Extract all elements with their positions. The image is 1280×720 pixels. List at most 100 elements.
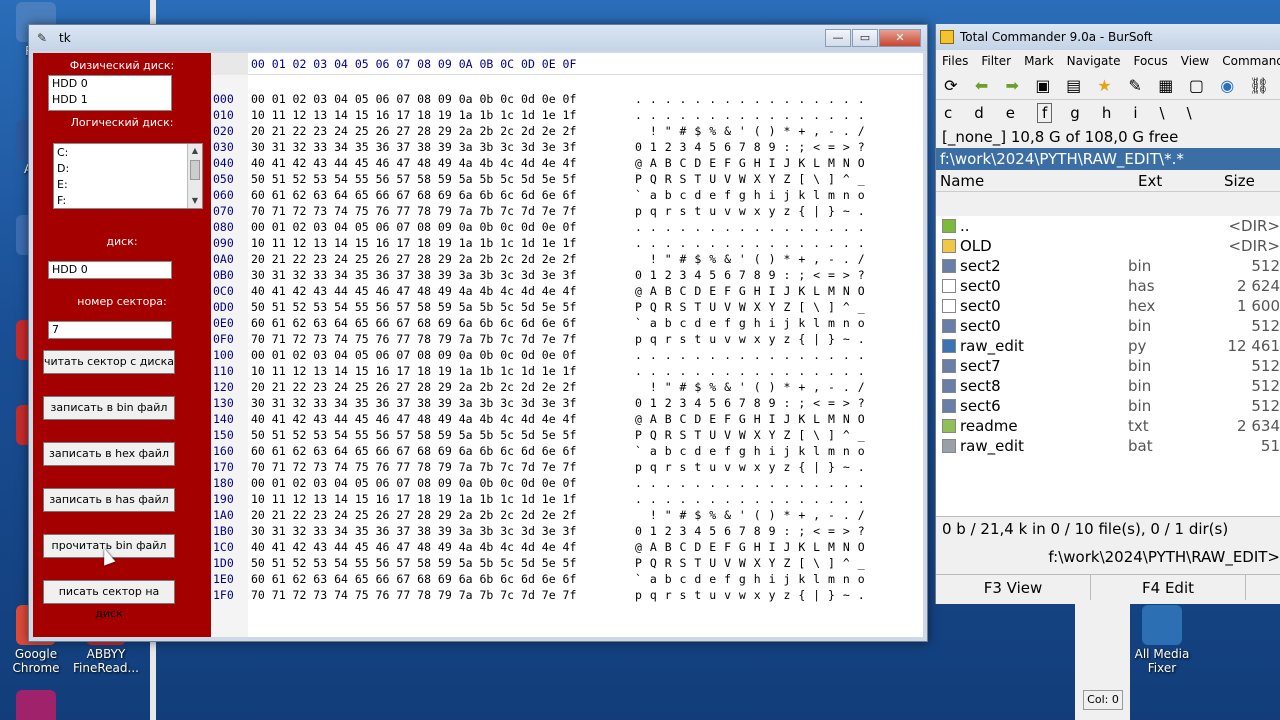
drive-button[interactable]: \ [1187,104,1192,122]
physical-disk-item[interactable]: HDD 0 [52,76,171,92]
menu-item[interactable]: Navigate [1067,54,1121,68]
hex-row[interactable]: 060 60 61 62 63 64 65 66 67 68 69 6a 6b 6… [211,187,891,203]
hex-row[interactable]: 110 10 11 12 13 14 15 16 17 18 19 1a 1b 1… [211,363,891,379]
hex-row[interactable]: 0D0 50 51 52 53 54 55 56 57 58 59 5a 5b 5… [211,299,891,315]
hex-row[interactable]: 0C0 40 41 42 43 44 45 46 47 48 49 4a 4b 4… [211,283,891,299]
hex-row[interactable]: 160 60 61 62 63 64 65 66 67 68 69 6a 6b 6… [211,443,891,459]
logical-disk-item[interactable]: E: [57,177,202,193]
disk-field[interactable]: HDD 0 [48,261,172,279]
hex-row[interactable]: 1C0 40 41 42 43 44 45 46 47 48 49 4a 4b 4… [211,539,891,555]
logical-disk-listbox[interactable]: C: D: E: F: ▲ ▼ [53,143,203,209]
physical-disk-item[interactable]: HDD 1 [52,92,171,108]
back-arrow-icon[interactable]: ⬅ [973,76,991,95]
write-hex-button[interactable]: записать в hex файл [43,442,175,466]
hex-row[interactable]: 020 20 21 22 23 24 25 26 27 28 29 2a 2b 2… [211,123,891,139]
file-row[interactable]: .. <DIR> [936,216,1280,236]
drive-button[interactable]: d [974,104,984,122]
read-sector-button[interactable]: читать сектор с диска [43,350,175,374]
hex-row[interactable]: 070 70 71 72 73 74 75 76 77 78 79 7a 7b 7… [211,203,891,219]
hex-row[interactable]: 0F0 70 71 72 73 74 75 76 77 78 79 7a 7b 7… [211,331,891,347]
link-icon[interactable]: ⛓ [1249,76,1269,95]
minimize-button[interactable]: — [825,29,851,47]
hex-row[interactable]: 120 20 21 22 23 24 25 26 27 28 29 2a 2b 2… [211,379,891,395]
physical-disk-listbox[interactable]: HDD 0 HDD 1 [48,75,172,111]
hex-row[interactable]: 130 30 31 32 33 34 35 36 37 38 39 3a 3b 3… [211,395,891,411]
edit-pen-icon[interactable]: ✎ [1126,76,1144,95]
menu-item[interactable]: Commands [1222,54,1280,68]
hex-row[interactable]: 030 30 31 32 33 34 35 36 37 38 39 3a 3b 3… [211,139,891,155]
col-name[interactable]: Name [936,170,1138,191]
drive-button[interactable]: e [1006,104,1015,122]
file-row[interactable]: sect2 bin 512 [936,256,1280,276]
hex-row[interactable]: 100 00 01 02 03 04 05 06 07 08 09 0a 0b 0… [211,347,891,363]
current-path[interactable]: f:\work\2024\PYTH\RAW_EDIT\*.* [936,148,1280,170]
hex-row[interactable]: 000 00 01 02 03 04 05 06 07 08 09 0a 0b 0… [211,91,891,107]
hex-view[interactable]: 00 01 02 03 04 05 06 07 08 09 0A 0B 0C 0… [211,53,923,637]
menu-item[interactable]: Files [942,54,968,68]
tc-titlebar[interactable]: Total Commander 9.0a - BurSoft [936,24,1280,50]
sector-number-input[interactable]: 7 [48,321,172,339]
hex-row[interactable]: 1B0 30 31 32 33 34 35 36 37 38 39 3a 3b 3… [211,523,891,539]
drive-button[interactable]: h [1102,104,1112,122]
command-line-path[interactable]: f:\work\2024\PYTH\RAW_EDIT> [936,544,1280,570]
hex-row[interactable]: 1A0 20 21 22 23 24 25 26 27 28 29 2a 2b 2… [211,507,891,523]
file-row[interactable]: sect8 bin 512 [936,376,1280,396]
write-sector-button[interactable]: писать сектор на диск [43,580,175,620]
write-bin-button[interactable]: записать в bin файл [43,396,175,420]
f3-view-button[interactable]: F3 View [936,575,1091,600]
hex-row[interactable]: 180 00 01 02 03 04 05 06 07 08 09 0a 0b 0… [211,475,891,491]
drive-button[interactable]: c [944,104,952,122]
unpack-icon[interactable]: ▤ [1065,76,1083,95]
hex-row[interactable]: 1F0 70 71 72 73 74 75 76 77 78 79 7a 7b 7… [211,587,891,603]
file-row[interactable]: sect0 has 2 624 [936,276,1280,296]
desktop-icon[interactable]: FS [0,690,72,720]
f4-edit-button[interactable]: F4 Edit [1091,575,1246,600]
listbox-scrollbar[interactable]: ▲ ▼ [187,144,202,208]
file-row[interactable]: sect7 bin 512 [936,356,1280,376]
pack-icon[interactable]: ▣ [1034,76,1052,95]
scroll-up-icon[interactable]: ▲ [188,144,202,158]
forward-arrow-icon[interactable]: ➡ [1003,76,1021,95]
menu-item[interactable]: Focus [1133,54,1167,68]
hex-row[interactable]: 140 40 41 42 43 44 45 46 47 48 49 4a 4b 4… [211,411,891,427]
drive-button[interactable]: f [1037,103,1053,123]
hex-row[interactable]: 050 50 51 52 53 54 55 56 57 58 59 5a 5b 5… [211,171,891,187]
logical-disk-item[interactable]: D: [57,161,202,177]
file-row[interactable]: OLD <DIR> [936,236,1280,256]
scroll-thumb[interactable] [190,160,200,180]
desktop-icon[interactable]: All Media Fixer [1126,605,1198,675]
hex-row[interactable]: 1D0 50 51 52 53 54 55 56 57 58 59 5a 5b 5… [211,555,891,571]
col-ext[interactable]: Ext [1138,170,1224,191]
menu-item[interactable]: Mark [1024,54,1054,68]
logical-disk-item[interactable]: F: [57,193,202,209]
scroll-down-icon[interactable]: ▼ [188,194,202,208]
file-row[interactable]: readme txt 2 634 [936,416,1280,436]
file-row[interactable]: raw_edit py 12 461 [936,336,1280,356]
hex-row[interactable]: 150 50 51 52 53 54 55 56 57 58 59 5a 5b 5… [211,427,891,443]
chart-icon[interactable]: ▦ [1157,76,1175,95]
file-row[interactable]: sect0 hex 1 600 [936,296,1280,316]
col-size[interactable]: Size [1224,170,1255,191]
refresh-icon[interactable]: ⟳ [942,76,960,95]
file-row[interactable]: raw_edit bat 51 [936,436,1280,456]
hex-row[interactable]: 080 00 01 02 03 04 05 06 07 08 09 0a 0b 0… [211,219,891,235]
menu-item[interactable]: Filter [981,54,1011,68]
drive-button[interactable]: \ [1160,104,1165,122]
drive-button[interactable]: i [1133,104,1137,122]
hex-row[interactable]: 1E0 60 61 62 63 64 65 66 67 68 69 6a 6b 6… [211,571,891,587]
hex-row[interactable]: 190 10 11 12 13 14 15 16 17 18 19 1a 1b 1… [211,491,891,507]
tk-titlebar[interactable]: ✎ tk — ▭ ✕ [29,25,927,51]
drive-button[interactable]: g [1070,104,1080,122]
file-row[interactable]: sect0 bin 512 [936,316,1280,336]
hex-row[interactable]: 170 70 71 72 73 74 75 76 77 78 79 7a 7b 7… [211,459,891,475]
close-button[interactable]: ✕ [879,29,921,47]
hex-row[interactable]: 0A0 20 21 22 23 24 25 26 27 28 29 2a 2b 2… [211,251,891,267]
hex-row[interactable]: 090 10 11 12 13 14 15 16 17 18 19 1a 1b 1… [211,235,891,251]
hex-row[interactable]: 0E0 60 61 62 63 64 65 66 67 68 69 6a 6b 6… [211,315,891,331]
menu-item[interactable]: View [1181,54,1209,68]
favorites-star-icon[interactable]: ★ [1096,76,1114,95]
write-has-button[interactable]: записать в has файл [43,488,175,512]
clipboard-icon[interactable]: ▢ [1188,76,1206,95]
browser-icon[interactable]: ◉ [1218,76,1236,95]
hex-row[interactable]: 010 10 11 12 13 14 15 16 17 18 19 1a 1b 1… [211,107,891,123]
